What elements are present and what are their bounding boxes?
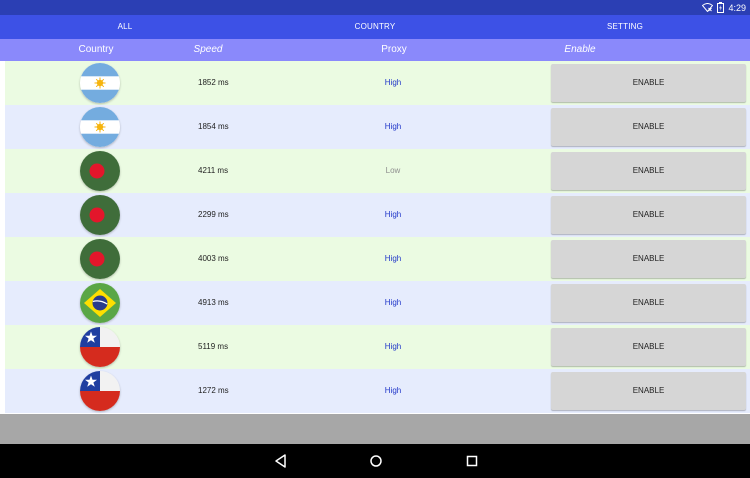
speed-value: 2299 ms <box>198 210 229 219</box>
proxy-value: High <box>384 386 402 395</box>
list-item: 4003 ms High ENABLE <box>5 237 750 281</box>
speed-value: 1272 ms <box>198 386 229 395</box>
home-icon[interactable] <box>366 451 386 471</box>
tab-setting[interactable]: SETTING <box>500 15 750 39</box>
enable-button[interactable]: ENABLE <box>551 372 746 410</box>
list-item: 2299 ms High ENABLE <box>5 193 750 237</box>
bangladesh-flag-icon <box>80 151 120 191</box>
argentina-flag-icon <box>80 107 120 147</box>
proxy-value: Low <box>385 166 401 175</box>
enable-button[interactable]: ENABLE <box>551 196 746 234</box>
bangladesh-flag-icon <box>80 195 120 235</box>
back-icon[interactable] <box>271 451 291 471</box>
list-item: 1272 ms High ENABLE <box>5 369 750 413</box>
tab-country[interactable]: COUNTRY <box>250 15 500 39</box>
column-header: Country Speed Proxy Enable <box>0 39 750 61</box>
list-item: 4211 ms Low ENABLE <box>5 149 750 193</box>
speed-value: 4003 ms <box>198 254 229 263</box>
list-item: 5119 ms High ENABLE <box>5 325 750 369</box>
status-time: 4:29 <box>728 2 746 13</box>
proxy-value: High <box>384 342 402 351</box>
tab-all[interactable]: ALL <box>0 15 250 39</box>
enable-button[interactable]: ENABLE <box>551 240 746 278</box>
status-bar: 4:29 <box>0 0 750 15</box>
recent-apps-icon[interactable] <box>462 451 482 471</box>
brazil-flag-icon <box>80 283 120 323</box>
enable-button[interactable]: ENABLE <box>551 328 746 366</box>
proxy-value: High <box>384 78 402 87</box>
status-icons: 4:29 <box>702 1 746 14</box>
speed-value: 1852 ms <box>198 78 229 87</box>
navigation-bar <box>0 444 750 478</box>
column-country: Country <box>78 44 114 55</box>
column-proxy: Proxy <box>381 44 407 55</box>
enable-button[interactable]: ENABLE <box>551 64 746 102</box>
bangladesh-flag-icon <box>80 239 120 279</box>
battery-icon <box>717 2 725 13</box>
speed-value: 4211 ms <box>198 166 229 175</box>
speed-value: 5119 ms <box>198 342 229 351</box>
enable-button[interactable]: ENABLE <box>551 108 746 146</box>
argentina-flag-icon <box>80 63 120 103</box>
proxy-value: High <box>384 122 402 131</box>
speed-value: 4913 ms <box>198 298 229 307</box>
list-item: 4913 ms High ENABLE <box>5 281 750 325</box>
proxy-value: High <box>384 298 402 307</box>
column-enable: Enable <box>564 44 596 55</box>
chile-flag-icon <box>80 327 120 367</box>
list-item: 1854 ms High ENABLE <box>5 105 750 149</box>
tab-bar: ALL COUNTRY SETTING <box>0 15 750 39</box>
enable-button[interactable]: ENABLE <box>551 152 746 190</box>
list-item: 1852 ms High ENABLE <box>5 61 750 105</box>
bottom-panel <box>0 414 750 444</box>
proxy-value: High <box>384 254 402 263</box>
proxy-list[interactable]: 1852 ms High ENABLE 1854 ms High ENABLE … <box>5 61 750 414</box>
proxy-value: High <box>384 210 402 219</box>
enable-button[interactable]: ENABLE <box>551 284 746 322</box>
wifi-off-icon <box>702 3 714 12</box>
column-speed: Speed <box>193 44 223 55</box>
chile-flag-icon <box>80 371 120 411</box>
speed-value: 1854 ms <box>198 122 229 131</box>
